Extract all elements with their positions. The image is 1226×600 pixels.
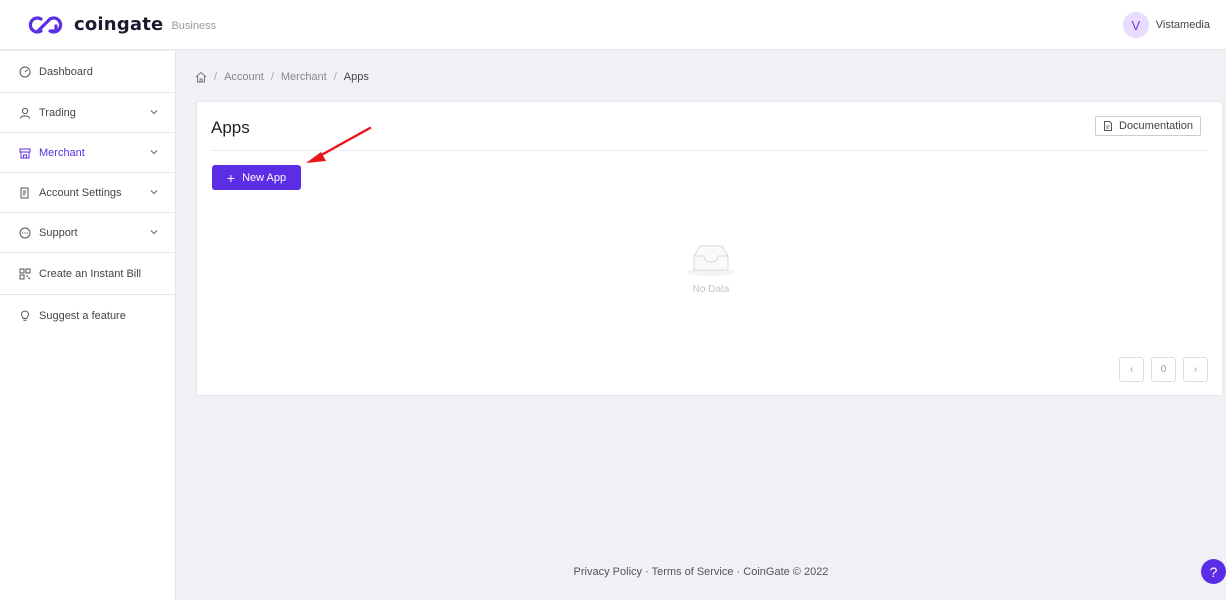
chevron-down-icon <box>149 227 159 237</box>
new-app-button[interactable]: + New App <box>212 165 301 190</box>
empty-text: No Data <box>692 284 730 295</box>
avatar[interactable]: V <box>1122 12 1149 38</box>
user-menu[interactable]: V Vistamedia <box>1122 12 1210 38</box>
logo-text: coingate <box>74 14 164 35</box>
user-icon <box>19 107 31 119</box>
pagination: ‹ 0 › <box>1112 357 1208 382</box>
sidebar-item-label: Create an Instant Bill <box>39 267 142 280</box>
empty-state: No Data <box>685 242 737 295</box>
qr-icon <box>19 268 31 280</box>
sidebar-item-instant-bill[interactable]: Create an Instant Bill <box>0 253 175 295</box>
help-button[interactable]: ? <box>1201 559 1226 584</box>
sidebar-item-dashboard[interactable]: Dashboard <box>0 51 175 93</box>
dashboard-icon <box>19 66 31 78</box>
sidebar-item-trading[interactable]: Trading <box>0 93 175 133</box>
logo[interactable]: coingate Business <box>26 14 216 36</box>
home-icon[interactable] <box>195 71 207 83</box>
sidebar-item-support[interactable]: Support <box>0 213 175 253</box>
documentation-button[interactable]: Documentation <box>1095 116 1201 136</box>
lightbulb-icon <box>19 310 31 322</box>
document-icon <box>19 187 31 199</box>
sidebar-item-label: Merchant <box>39 146 85 159</box>
sidebar-item-suggest-feature[interactable]: Suggest a feature <box>0 295 175 337</box>
breadcrumb-apps: Apps <box>343 71 369 83</box>
footer: Privacy Policy · Terms of Service · Coin… <box>573 566 829 578</box>
store-icon <box>19 147 31 159</box>
documentation-label: Documentation <box>1119 120 1193 132</box>
user-name[interactable]: Vistamedia <box>1156 19 1210 31</box>
document-icon <box>1103 121 1113 131</box>
chevron-down-icon <box>149 107 159 117</box>
plus-icon: + <box>226 169 236 186</box>
sidebar-item-label: Suggest a feature <box>39 310 126 322</box>
coingate-logo-icon <box>28 15 63 34</box>
breadcrumb-account[interactable]: Account <box>224 71 264 83</box>
sidebar-item-label: Account Settings <box>39 186 122 199</box>
page-title: Apps <box>211 118 250 137</box>
logo-subtitle: Business <box>171 19 217 32</box>
sidebar-item-account-settings[interactable]: Account Settings <box>0 173 175 213</box>
next-page-button[interactable]: › <box>1183 357 1208 382</box>
sidebar-item-label: Support <box>39 226 78 239</box>
sidebar: Dashboard Trading Merchant Account Setti… <box>0 51 176 600</box>
sidebar-item-label: Trading <box>39 106 76 119</box>
breadcrumb-separator: / <box>214 71 218 83</box>
chevron-down-icon <box>149 147 159 157</box>
breadcrumb-separator: / <box>270 71 274 83</box>
breadcrumb-merchant[interactable]: Merchant <box>281 71 327 83</box>
top-header: coingate Business V Vistamedia <box>0 0 1226 50</box>
new-app-label: New App <box>242 171 287 184</box>
sidebar-item-merchant[interactable]: Merchant <box>0 133 175 173</box>
chat-icon <box>19 227 31 239</box>
prev-page-button[interactable]: ‹ <box>1119 357 1144 382</box>
chevron-down-icon <box>149 187 159 197</box>
breadcrumb-separator: / <box>333 71 337 83</box>
sidebar-item-label: Dashboard <box>39 65 93 78</box>
page-number[interactable]: 0 <box>1151 357 1176 382</box>
breadcrumb: / Account / Merchant / Apps <box>195 71 369 83</box>
red-arrow-annotation-icon <box>306 126 372 163</box>
empty-inbox-icon <box>687 245 735 276</box>
